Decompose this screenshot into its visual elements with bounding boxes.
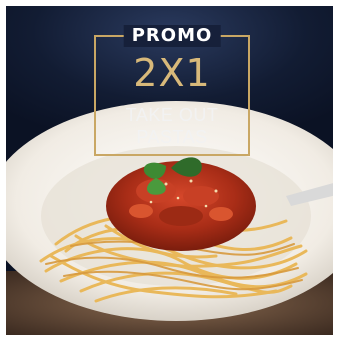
promo-line-2: PASTAS (136, 127, 208, 147)
promo-frame: PROMO 2X1 TAKE OUT PASTAS (94, 25, 250, 156)
promo-image: PROMO 2X1 TAKE OUT PASTAS (0, 0, 339, 341)
pasta-photo: PROMO 2X1 TAKE OUT PASTAS (6, 6, 333, 335)
promo-title: PROMO (123, 25, 221, 47)
offer-text: 2X1 (133, 51, 211, 95)
promo-line-1: TAKE OUT (125, 105, 219, 125)
